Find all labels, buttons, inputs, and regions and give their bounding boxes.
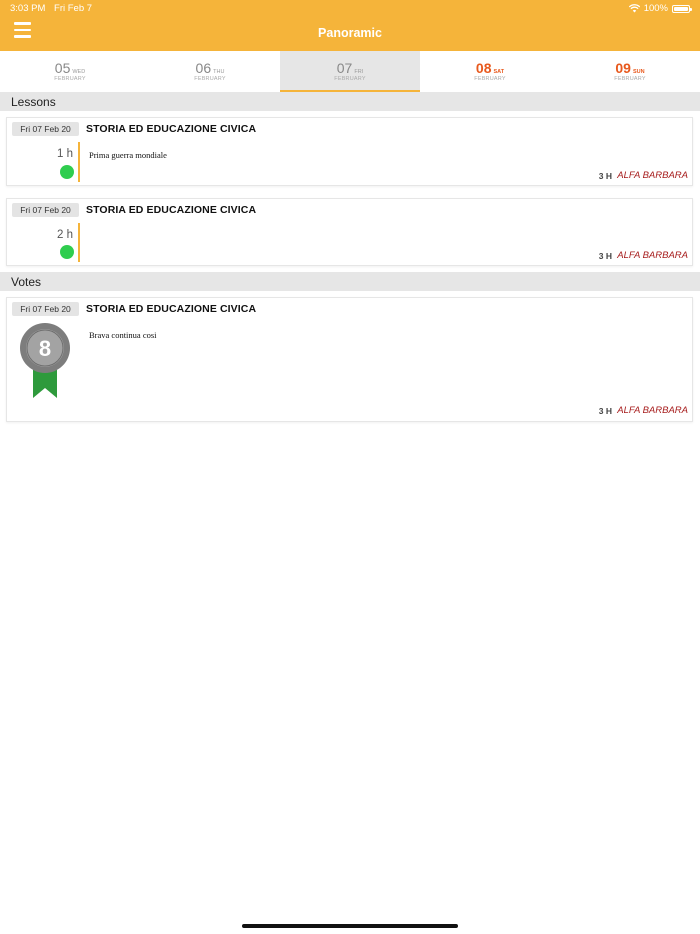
date-badge: Fri 07 Feb 20 [12,122,79,136]
date-badge: Fri 07 Feb 20 [12,203,79,217]
hours-count: 3 H [598,251,612,261]
vote-card[interactable]: Fri 07 Feb 20 STORIA ED EDUCAZIONE CIVIC… [6,297,693,422]
wifi-icon [628,4,640,13]
date-tab-07[interactable]: 07 FRI FEBRUARY [280,51,420,92]
votes-section-header: Votes [0,272,700,291]
subject-title: STORIA ED EDUCAZIONE CIVICA [86,303,257,315]
date-number: 09 [615,60,631,76]
date-badge: Fri 07 Feb 20 [12,302,79,316]
date-tab-06[interactable]: 06 THU FEBRUARY [140,51,280,92]
date-number: 05 [54,60,71,76]
lesson-divider [78,142,80,182]
lessons-section-header: Lessons [0,92,700,111]
weekday-label: WED [72,69,86,75]
month-label: FEBRUARY [474,76,506,82]
battery-percent: 100% [643,3,668,14]
month-label: FEBRUARY [334,76,366,82]
attendance-dot-icon [60,165,74,179]
weekday-label: FRI [354,69,364,75]
battery-icon [672,4,692,13]
attendance-dot-icon [60,245,74,259]
date-number: 07 [336,60,353,76]
date-tab-08[interactable]: 08 SAT FEBRUARY [420,51,560,92]
status-bar-right: 100% [628,3,692,14]
date-tab-09[interactable]: 09 SUN FEBRUARY [560,51,700,92]
lesson-card[interactable]: Fri 07 Feb 20 STORIA ED EDUCAZIONE CIVIC… [6,198,693,266]
hours-count: 3 H [598,171,612,181]
teacher-name: ALFA BARBARA [617,405,688,416]
weekday-label: SUN [632,69,645,75]
lesson-divider [78,223,80,262]
subject-title: STORIA ED EDUCAZIONE CIVICA [86,123,257,135]
date-number: 08 [475,60,492,76]
subject-title: STORIA ED EDUCAZIONE CIVICA [86,204,257,216]
weekday-label: SAT [493,69,505,75]
hours-count: 3 H [598,406,612,416]
page-title: Panoramic [318,26,382,40]
month-label: FEBRUARY [614,76,646,82]
status-time: 3:03 PM [10,3,46,14]
status-bar-left: 3:03 PM Fri Feb 7 [10,3,98,14]
weekday-label: THU [213,69,225,75]
grade-value: 8 [39,336,51,361]
month-label: FEBRUARY [54,76,86,82]
teacher-name: ALFA BARBARA [617,170,688,181]
month-label: FEBRUARY [194,76,226,82]
app-header: 3:03 PM Fri Feb 7 100% Panoramic [0,0,700,51]
home-indicator[interactable] [242,924,458,928]
date-number: 06 [195,60,212,76]
grade-medal-icon: 8 [19,322,71,402]
vote-comment: Brava continua cosi [89,330,157,340]
lesson-card[interactable]: Fri 07 Feb 20 STORIA ED EDUCAZIONE CIVIC… [6,117,693,186]
date-tab-05[interactable]: 05 WED FEBRUARY [0,51,140,92]
lesson-topic: Prima guerra mondiale [89,150,167,160]
lesson-hour: 2 h [57,229,73,241]
teacher-name: ALFA BARBARA [617,250,688,261]
date-selector: 05 WED FEBRUARY 06 THU FEBRUARY 07 FRI FEBR… [0,51,700,92]
lesson-hour: 1 h [57,148,73,160]
status-date: Fri Feb 7 [54,3,93,14]
